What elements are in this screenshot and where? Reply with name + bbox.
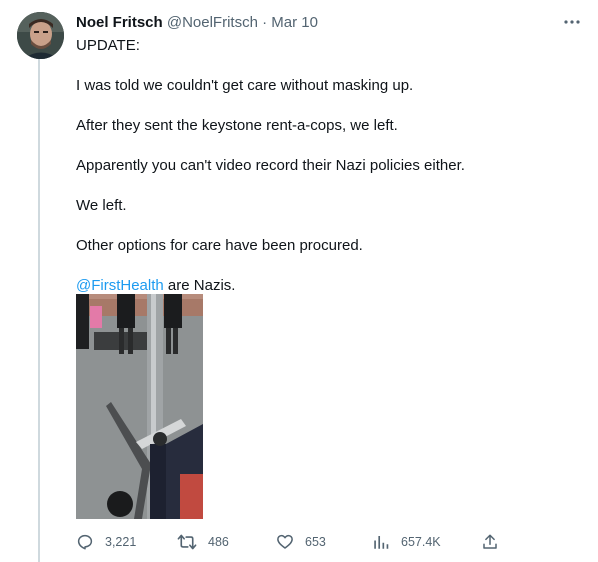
tweet-final-line: @FirstHealth are Nazis. [76,276,235,296]
retweet-icon [177,534,197,550]
video-thumbnail[interactable] [76,294,203,519]
author-handle[interactable]: @NoelFritsch [167,14,258,31]
retweet-button[interactable]: 486 [177,531,229,553]
avatar[interactable] [17,12,64,59]
like-count: 653 [305,535,326,549]
author-name[interactable]: Noel Fritsch [76,14,163,31]
tweet-header: Noel Fritsch @NoelFritsch · Mar 10 [76,14,318,32]
tweet-line: After they sent the keystone rent-a-cops… [76,117,398,134]
tweet-line: Other options for care have been procure… [76,237,363,254]
tweet-line: I was told we couldn't get care without … [76,77,414,94]
avatar-photo [17,12,64,59]
share-button[interactable] [481,531,499,553]
mention-link[interactable]: @FirstHealth [76,277,164,294]
heart-icon [277,534,293,549]
tweet-line: We left. [76,197,127,214]
views-chart-icon [374,536,389,549]
final-text: are Nazis. [163,277,236,294]
reply-count: 3,221 [105,535,137,549]
retweet-count: 486 [208,535,229,549]
separator-dot: · [262,14,268,31]
tweet-line: Apparently you can't video record their … [76,157,465,174]
more-options-button[interactable] [560,12,584,32]
like-button[interactable]: 653 [276,531,326,553]
share-icon [483,534,497,549]
reply-icon [77,534,93,550]
tweet-action-bar: 3,221 486 653 657.4K [76,531,516,553]
thread-connector-line [38,58,40,562]
more-icon [564,20,580,24]
views-button[interactable]: 657.4K [372,531,441,553]
views-count: 657.4K [401,535,441,549]
video-frame-image [76,294,203,519]
reply-button[interactable]: 3,221 [76,531,136,553]
tweet-line: UPDATE: [76,37,140,54]
tweet-date[interactable]: Mar 10 [271,14,318,31]
